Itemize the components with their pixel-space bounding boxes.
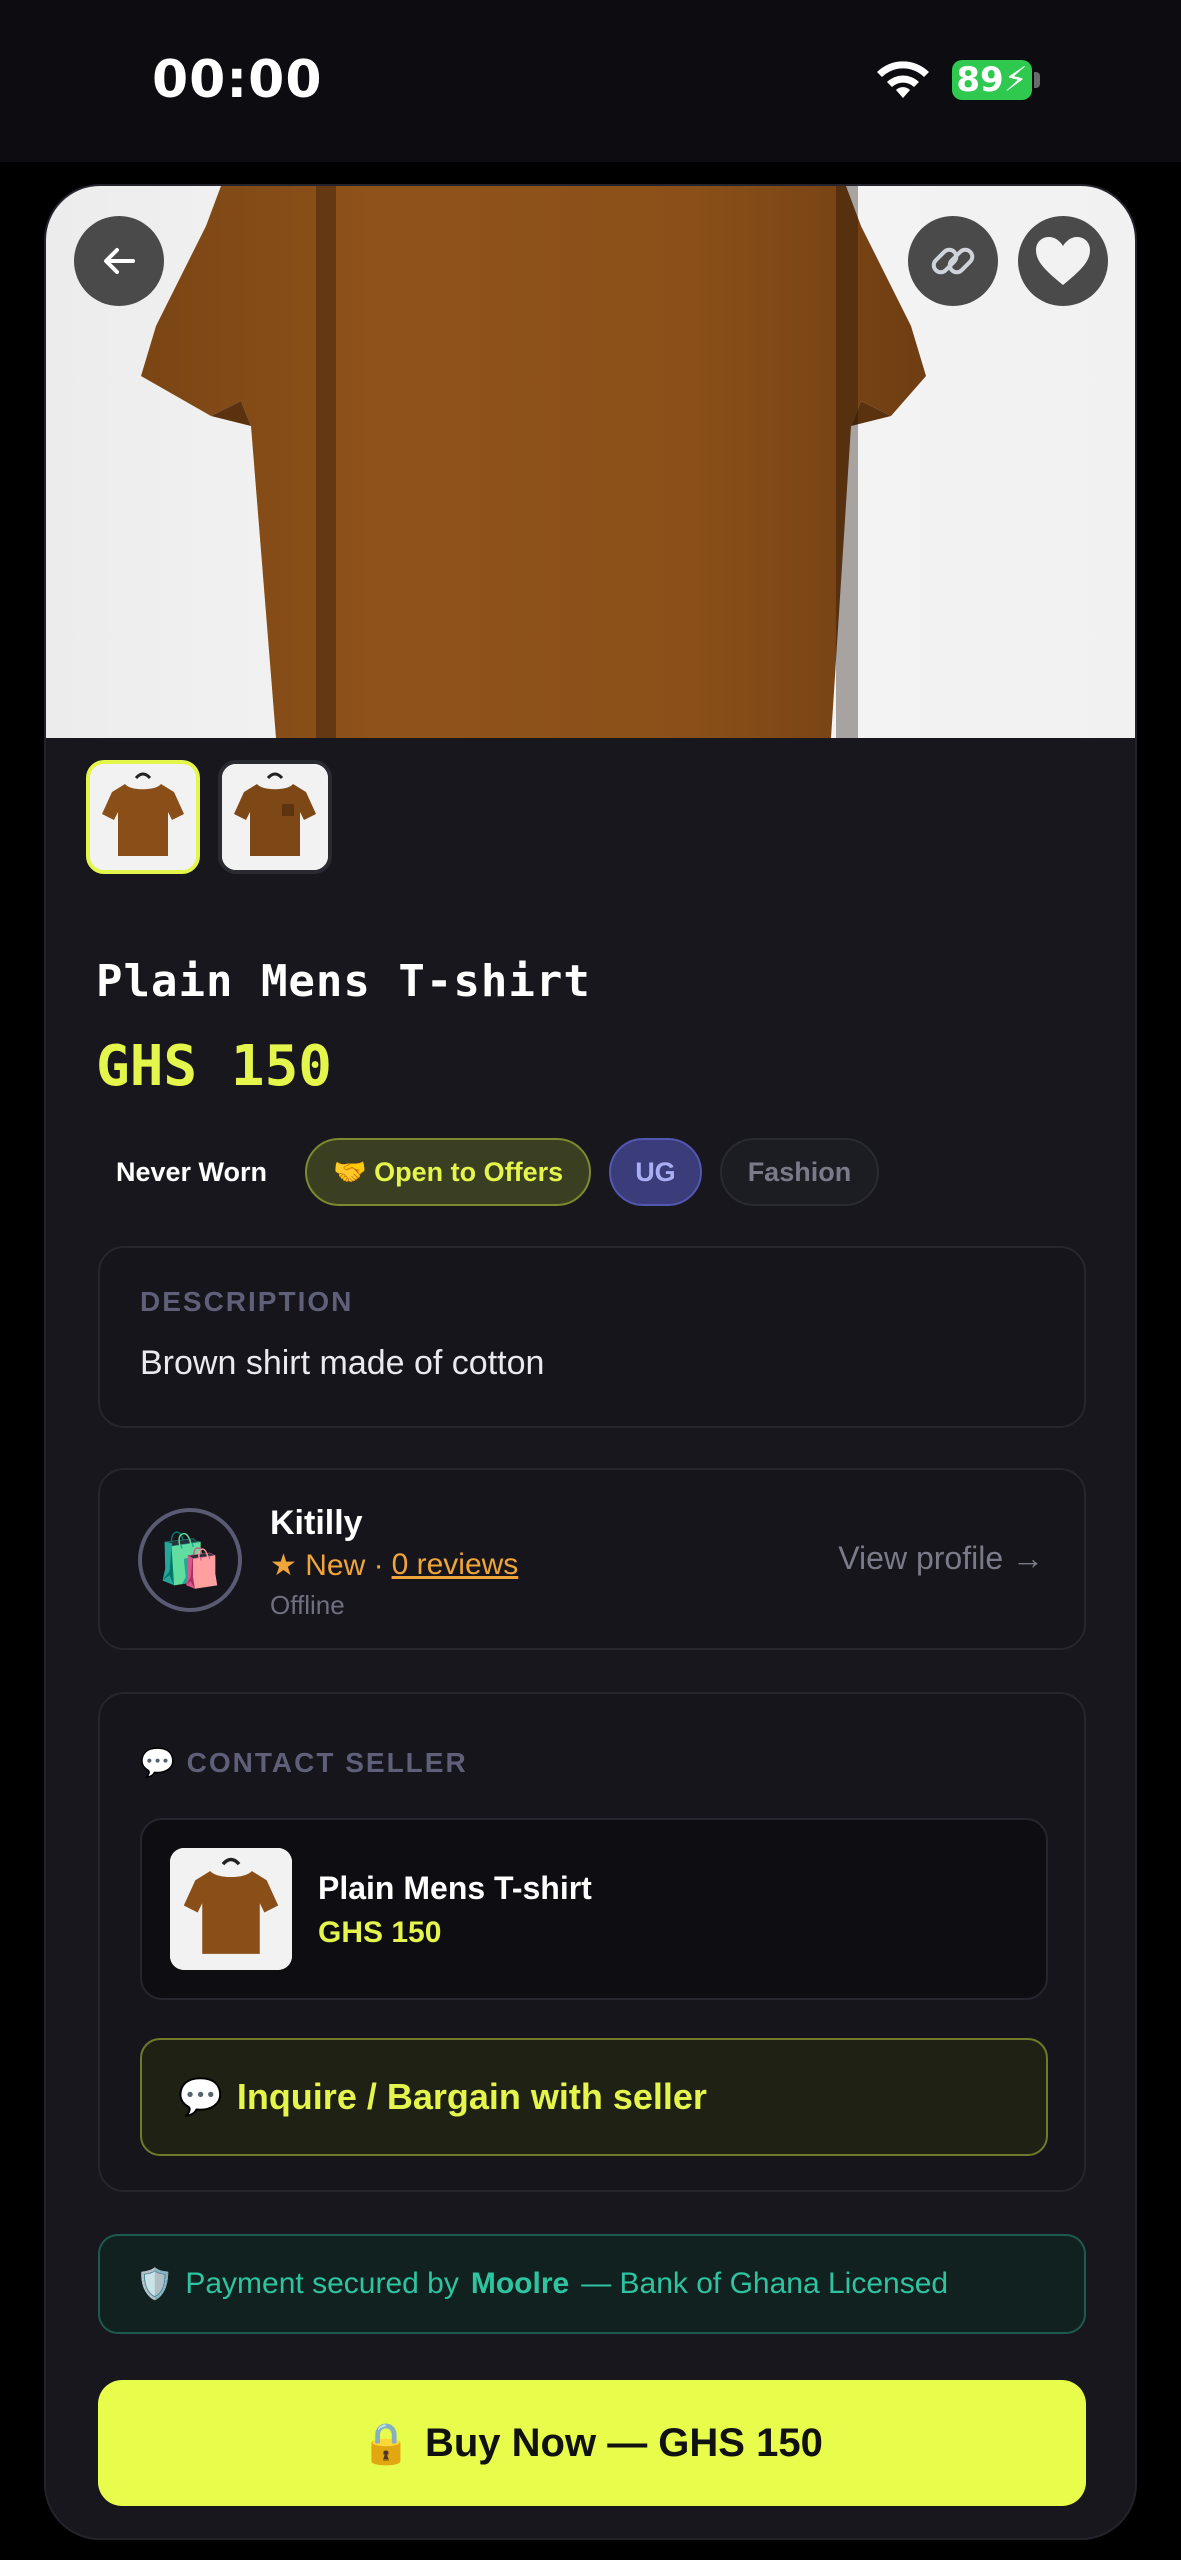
lock-icon: 🔒 <box>361 2421 411 2466</box>
rating-text: ★ New · <box>270 1549 384 1582</box>
thumbnail-strip <box>86 760 332 874</box>
seller-card[interactable]: 🛍️ Kitilly ★ New · 0 reviews Offline Vie… <box>98 1468 1086 1650</box>
contact-seller-label: 💬 CONTACT SELLER <box>140 1747 468 1778</box>
status-time: 00:00 <box>152 50 323 110</box>
condition-tag: Never Worn <box>116 1156 268 1187</box>
category-tag: Fashion <box>719 1138 880 1206</box>
product-price: GHS 150 <box>96 1034 333 1099</box>
back-button[interactable] <box>74 216 164 306</box>
reviews-link[interactable]: 0 reviews <box>392 1548 519 1583</box>
shield-icon: 🛡️ <box>136 2267 174 2301</box>
share-link-button[interactable] <box>908 216 998 306</box>
description-card: DESCRIPTION Brown shirt made of cotton <box>98 1246 1086 1428</box>
seller-name: Kitilly <box>270 1504 363 1542</box>
tshirt-thumb-icon <box>222 764 328 870</box>
thumbnail-1[interactable] <box>86 760 200 874</box>
security-suffix: — Bank of Ghana Licensed <box>581 2267 949 2300</box>
description-label: DESCRIPTION <box>140 1286 354 1317</box>
contact-seller-card: 💬 CONTACT SELLER Plain Mens T-shirt GHS … <box>98 1692 1086 2192</box>
payment-security-notice: 🛡️ Payment secured by Moolre — Bank of G… <box>98 2234 1086 2334</box>
charging-icon: ⚡ <box>1003 60 1028 100</box>
arrow-left-icon <box>104 248 135 274</box>
contact-product-title: Plain Mens T-shirt <box>318 1870 592 1906</box>
seller-rating: ★ New · 0 reviews <box>270 1548 518 1583</box>
favorite-button[interactable] <box>1018 216 1108 306</box>
heart-icon <box>1036 237 1090 285</box>
chat-bubble-icon: 💬 <box>178 2076 223 2117</box>
thumbnail-2[interactable] <box>218 760 332 874</box>
product-card: Plain Mens T-shirt GHS 150 Never Worn 🤝 … <box>44 184 1137 2540</box>
security-prefix: Payment secured by <box>185 2267 459 2300</box>
status-bar: 00:00 89 ⚡ <box>0 0 1181 162</box>
buy-now-button[interactable]: 🔒 Buy Now — GHS 150 <box>98 2380 1086 2506</box>
payment-brand: Moolre <box>470 2267 570 2300</box>
tag-row: Never Worn 🤝 Open to Offers UG Fashion <box>96 1138 880 1206</box>
contact-product-price: GHS 150 <box>318 1916 442 1949</box>
product-hero-image[interactable] <box>46 186 1135 738</box>
view-profile-link[interactable]: View profile → <box>838 1540 1044 1577</box>
battery-icon: 89 ⚡ <box>952 60 1032 100</box>
contact-product-thumb <box>170 1848 292 1970</box>
buy-now-label: Buy Now — GHS 150 <box>424 2420 823 2465</box>
inquire-label: Inquire / Bargain with seller <box>236 2076 707 2117</box>
seller-online-status: Offline <box>270 1590 345 1620</box>
product-title: Plain Mens T-shirt <box>96 956 591 1007</box>
battery-level: 89 <box>956 60 1004 100</box>
region-tag: UG <box>609 1138 702 1206</box>
open-to-offers-tag: 🤝 Open to Offers <box>305 1138 592 1206</box>
tshirt-thumb-icon <box>170 1848 292 1970</box>
battery-cap <box>1034 72 1040 88</box>
description-text: Brown shirt made of cotton <box>140 1344 545 1382</box>
tshirt-thumb-icon <box>90 764 196 870</box>
contact-product-preview: Plain Mens T-shirt GHS 150 <box>140 1818 1048 2000</box>
seller-avatar: 🛍️ <box>138 1508 242 1612</box>
wifi-icon <box>877 61 929 98</box>
link-icon <box>931 247 975 275</box>
inquire-bargain-button[interactable]: 💬 Inquire / Bargain with seller <box>140 2038 1048 2156</box>
